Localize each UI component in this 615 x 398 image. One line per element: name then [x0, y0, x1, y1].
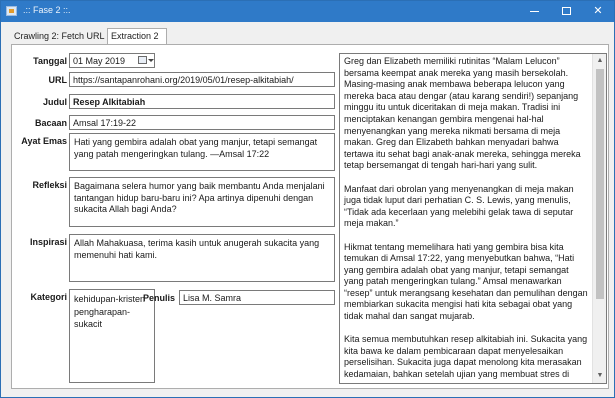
kategori-label: Kategori	[30, 292, 67, 302]
title-bar[interactable]: .:: Fase 2 ::. ✕	[1, 1, 614, 22]
article-paragraph: Manfaat dari obrolan yang menyenangkan d…	[344, 183, 574, 229]
ayat-emas-label: Ayat Emas	[21, 136, 67, 146]
date-picker[interactable]: 01 May 2019	[69, 53, 155, 68]
article-paragraph: Kita semua membutuhkan resep alkitabiah …	[344, 334, 588, 380]
article-textarea[interactable]: Greg dan Elizabeth memiliki rutinitas “M…	[339, 53, 607, 384]
chevron-down-icon	[148, 59, 154, 62]
app-window: .:: Fase 2 ::. ✕ Crawling 2: Fetch URL E…	[0, 0, 615, 398]
refleksi-textarea[interactable]: Bagaimana selera humor yang baik membant…	[69, 177, 335, 227]
list-item[interactable]: pengharapan-sukacit	[74, 306, 150, 331]
calendar-icon	[138, 56, 147, 64]
maximize-icon	[561, 7, 571, 16]
kategori-listbox[interactable]: kehidupan-kristen pengharapan-sukacit	[69, 289, 155, 383]
date-dropdown-button[interactable]	[138, 54, 154, 67]
article-paragraph: Hikmat tentang memelihara hati yang gemb…	[344, 241, 588, 322]
tanggal-label: Tanggal	[33, 56, 67, 66]
penulis-field[interactable]: Lisa M. Samra	[179, 290, 335, 305]
article-paragraph: Greg dan Elizabeth memiliki rutinitas “M…	[344, 56, 581, 171]
inspirasi-textarea[interactable]: Allah Mahakuasa, terima kasih untuk anug…	[69, 234, 335, 282]
date-value: 01 May 2019	[73, 56, 126, 66]
bacaan-field[interactable]: Amsal 17:19-22	[69, 115, 335, 130]
maximize-button[interactable]	[550, 1, 582, 22]
article-text: Greg dan Elizabeth memiliki rutinitas “M…	[344, 56, 589, 383]
refleksi-label: Refleksi	[32, 180, 67, 190]
window-title: .:: Fase 2 ::.	[23, 5, 71, 15]
judul-label: Judul	[43, 97, 67, 107]
penulis-label: Penulis	[142, 293, 175, 303]
app-icon	[6, 6, 17, 16]
bacaan-label: Bacaan	[34, 118, 67, 128]
close-icon: ✕	[593, 5, 603, 17]
url-label: URL	[48, 75, 68, 85]
tab-extraction[interactable]: Extraction 2	[107, 28, 167, 44]
vertical-scrollbar[interactable]: ▲ ▼	[592, 54, 606, 383]
inspirasi-label: Inspirasi	[29, 237, 67, 247]
judul-field[interactable]: Resep Alkitabiah	[69, 94, 335, 109]
minimize-button[interactable]	[518, 1, 550, 22]
tab-fetch-url[interactable]: Crawling 2: Fetch URL	[11, 29, 106, 44]
scroll-down-icon[interactable]: ▼	[593, 369, 606, 383]
scrollbar-thumb[interactable]	[596, 69, 604, 299]
minimize-icon	[529, 10, 539, 12]
close-button[interactable]: ✕	[582, 1, 614, 22]
scroll-up-icon[interactable]: ▲	[593, 54, 606, 68]
url-field[interactable]: https://santapanrohani.org/2019/05/01/re…	[69, 72, 335, 87]
ayat-emas-textarea[interactable]: Hati yang gembira adalah obat yang manju…	[69, 133, 335, 171]
